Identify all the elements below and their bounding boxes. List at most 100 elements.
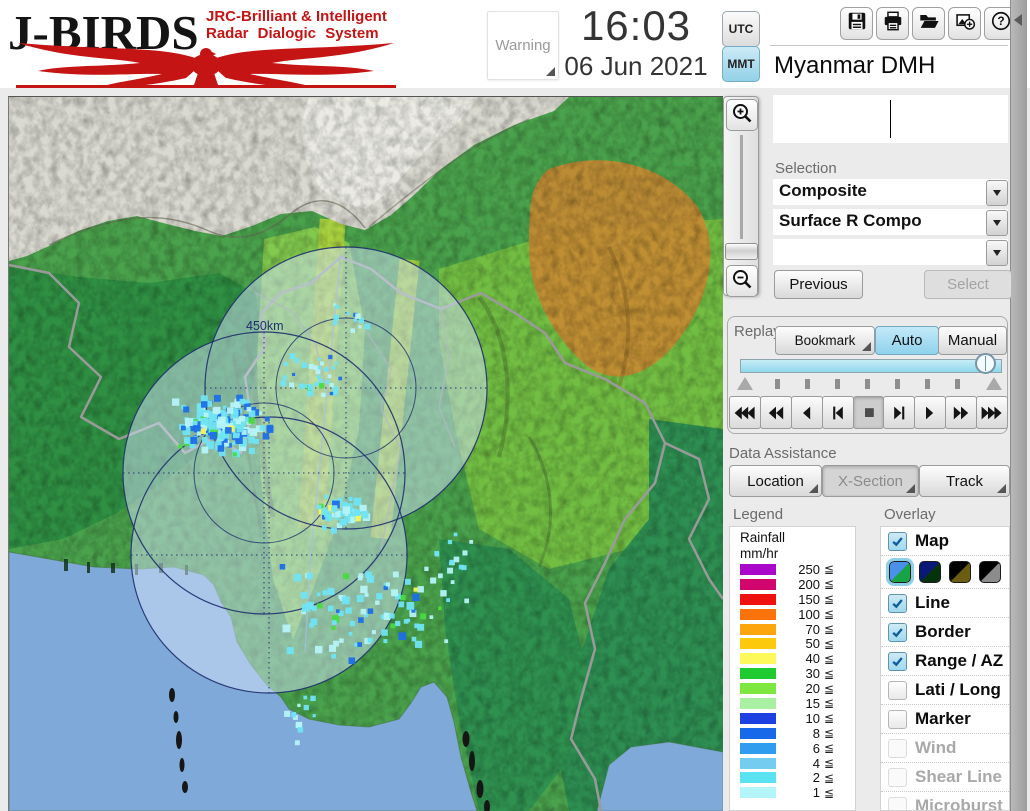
radar-map[interactable]: 450km bbox=[8, 96, 723, 811]
print-button[interactable] bbox=[876, 7, 909, 40]
timezone-utc-button[interactable]: UTC bbox=[722, 11, 760, 47]
overlay-item-label: Microburst bbox=[915, 796, 1003, 811]
zoom-slider-handle[interactable] bbox=[725, 243, 758, 260]
open-folder-button[interactable] bbox=[912, 7, 945, 40]
map-style-swatch-3[interactable] bbox=[949, 561, 971, 583]
step-forward-button[interactable] bbox=[883, 396, 916, 429]
legend-operator: ≦ bbox=[824, 711, 835, 726]
step-backward-button[interactable] bbox=[821, 396, 854, 429]
replay-timeline-slider[interactable] bbox=[740, 359, 1002, 373]
x-section-button[interactable]: X-Section bbox=[822, 465, 919, 497]
timeline-start-marker[interactable] bbox=[737, 377, 753, 390]
legend-color-swatch bbox=[740, 638, 776, 650]
lati-long-checkbox[interactable] bbox=[888, 680, 907, 700]
fast-forward-button[interactable] bbox=[945, 396, 978, 429]
add-image-icon bbox=[954, 10, 976, 37]
border-checkbox[interactable] bbox=[888, 622, 907, 642]
legend-value: 4 bbox=[812, 755, 820, 771]
marker-checkbox[interactable] bbox=[888, 709, 907, 729]
dropdown-arrow-button[interactable] bbox=[986, 180, 1008, 206]
map-zoom-control bbox=[723, 96, 759, 297]
timeline-end-marker[interactable] bbox=[986, 377, 1002, 390]
play-forward-icon bbox=[926, 406, 934, 419]
legend-row: 30 ≦ bbox=[730, 666, 855, 681]
legend-operator: ≦ bbox=[824, 681, 835, 696]
step-forward-icon bbox=[894, 406, 905, 419]
overlay-item-label[interactable]: Border bbox=[915, 622, 971, 642]
chevron-down-icon bbox=[993, 190, 1001, 196]
legend-color-swatch bbox=[740, 578, 776, 590]
legend-operator: ≦ bbox=[824, 562, 835, 577]
zoom-slider-track[interactable] bbox=[740, 135, 744, 239]
replay-slider-handle[interactable] bbox=[975, 353, 996, 374]
overlay-label: Overlay bbox=[884, 506, 936, 523]
rewind-backward-button[interactable] bbox=[759, 396, 792, 429]
stop-button[interactable] bbox=[852, 396, 885, 429]
overlay-item-label[interactable]: Line bbox=[915, 593, 950, 613]
legend-unit-line1: Rainfall bbox=[740, 530, 786, 545]
zoom-in-button[interactable] bbox=[726, 99, 758, 131]
legend-operator: ≦ bbox=[824, 741, 835, 756]
bookmark-button[interactable]: Bookmark bbox=[775, 326, 875, 355]
range-ring-label: 450km bbox=[246, 319, 284, 333]
legend-value: 40 bbox=[805, 651, 820, 667]
dropdown-arrow-button[interactable] bbox=[986, 240, 1008, 266]
overlay-item-label[interactable]: Lati / Long bbox=[915, 680, 1001, 700]
map-style-swatch-4[interactable] bbox=[979, 561, 1001, 583]
play-backward-button[interactable] bbox=[790, 396, 823, 429]
overlay-item-label[interactable]: Marker bbox=[915, 709, 971, 729]
radar-coverage-tint bbox=[9, 97, 723, 811]
legend-value: 50 bbox=[805, 636, 820, 652]
overlay-item-label[interactable]: Range / AZ bbox=[915, 651, 1003, 671]
dropdown-parameter[interactable] bbox=[773, 239, 1008, 266]
timezone-mmt-button[interactable]: MMT bbox=[722, 46, 760, 82]
legend-color-swatch bbox=[740, 787, 776, 799]
map-style-swatch-1[interactable] bbox=[886, 558, 914, 586]
legend-row: 100 ≦ bbox=[730, 607, 855, 622]
legend-operator: ≦ bbox=[824, 607, 835, 622]
warning-button[interactable]: Warning bbox=[487, 11, 559, 80]
panel-splitter[interactable] bbox=[1010, 0, 1027, 811]
station-text-field[interactable] bbox=[773, 95, 1008, 143]
legend-value: 2 bbox=[812, 770, 820, 786]
rewind-backward-icon bbox=[768, 406, 784, 419]
map-style-swatch-2[interactable] bbox=[919, 561, 941, 583]
map-style-options bbox=[881, 556, 1009, 589]
dropdown-product-type[interactable]: Composite bbox=[773, 179, 1008, 206]
legend-row: 250 ≦ bbox=[730, 562, 855, 577]
overlay-row-map: Map bbox=[881, 527, 1009, 556]
line-checkbox[interactable] bbox=[888, 593, 907, 613]
track-button[interactable]: Track bbox=[919, 465, 1010, 497]
dropdown-arrow-button[interactable] bbox=[986, 210, 1008, 236]
legend-operator: ≦ bbox=[824, 756, 835, 771]
radar-map-canvas[interactable]: 450km bbox=[9, 97, 723, 811]
play-forward-button[interactable] bbox=[914, 396, 947, 429]
skip-backward-fast-button[interactable] bbox=[729, 396, 761, 429]
legend-row: 6 ≦ bbox=[730, 741, 855, 756]
legend-operator: ≦ bbox=[824, 636, 835, 651]
save-button[interactable] bbox=[840, 7, 873, 40]
skip-forward-fast-button[interactable] bbox=[976, 396, 1009, 429]
collapse-panel-icon[interactable] bbox=[1014, 14, 1022, 26]
legend-row: 50 ≦ bbox=[730, 636, 855, 651]
auto-mode-button[interactable]: Auto bbox=[875, 326, 939, 355]
legend-row: 1 ≦ bbox=[730, 785, 855, 800]
dropdown-product[interactable]: Surface R Compo bbox=[773, 209, 1008, 236]
station-title: Myanmar DMH bbox=[774, 52, 936, 79]
add-image-button[interactable] bbox=[948, 7, 981, 40]
legend-operator: ≦ bbox=[824, 785, 835, 800]
location-button[interactable]: Location bbox=[729, 465, 822, 497]
previous-button[interactable]: Previous bbox=[774, 270, 863, 299]
zoom-out-button[interactable] bbox=[726, 265, 758, 297]
overlay-item-label[interactable]: Map bbox=[915, 531, 949, 551]
replay-label: Replay bbox=[734, 323, 781, 340]
step-backward-icon bbox=[832, 406, 843, 419]
legend-operator: ≦ bbox=[824, 651, 835, 666]
map-checkbox[interactable] bbox=[888, 531, 907, 551]
manual-mode-button[interactable]: Manual bbox=[938, 326, 1007, 355]
range-az-checkbox[interactable] bbox=[888, 651, 907, 671]
select-button[interactable]: Select bbox=[924, 270, 1012, 299]
timeline-tick bbox=[865, 379, 870, 389]
legend-row: 70 ≦ bbox=[730, 622, 855, 637]
replay-group: Replay Bookmark Auto Manual bbox=[727, 316, 1009, 434]
